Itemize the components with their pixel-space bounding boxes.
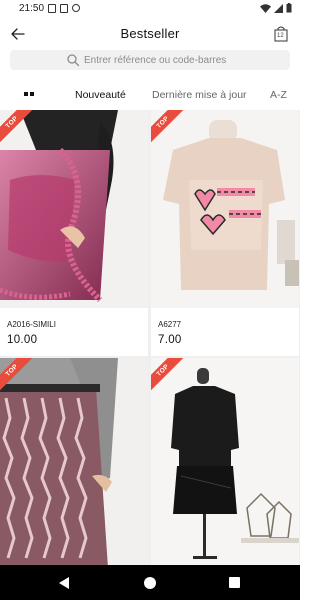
top-badge-label: TOP <box>155 115 171 130</box>
status-bar: 21:50 <box>0 0 300 18</box>
product-card[interactable]: TOP <box>0 358 148 565</box>
product-reference: A6277 <box>158 320 182 329</box>
shopping-bag-button[interactable]: 12 <box>272 24 290 44</box>
bag-count-badge: 12 <box>277 33 284 39</box>
tab-derniere-mise-a-jour[interactable]: Dernière mise à jour <box>152 89 247 101</box>
top-badge: TOP <box>0 110 34 144</box>
product-grid: TOP A2016-SIMILI 10.00 TOP A6277 7.00 TO… <box>0 110 300 565</box>
signal-icon <box>274 3 283 13</box>
top-badge: TOP <box>151 358 185 392</box>
notification-icons <box>48 4 80 13</box>
wifi-icon <box>260 3 271 13</box>
notification-icon <box>72 4 80 12</box>
battery-icon <box>286 3 292 13</box>
product-card[interactable]: TOP A2016-SIMILI 10.00 <box>0 110 148 356</box>
product-reference: A2016-SIMILI <box>7 320 56 329</box>
top-badge-label: TOP <box>4 363 20 378</box>
tab-nouveaute[interactable]: Nouveauté <box>75 89 126 101</box>
nav-home-icon[interactable] <box>144 577 156 589</box>
system-icons <box>260 3 292 13</box>
status-time: 21:50 <box>19 3 45 14</box>
notification-icon <box>48 4 56 13</box>
grid-view-toggle[interactable] <box>24 92 34 96</box>
search-input[interactable]: Entrer référence ou code-barres <box>10 50 290 70</box>
search-placeholder: Entrer référence ou code-barres <box>84 54 227 66</box>
product-price: 10.00 <box>7 334 38 346</box>
sort-tabs: Nouveauté Dernière mise à jour A-Z <box>0 80 300 110</box>
tab-a-z[interactable]: A-Z <box>270 89 287 101</box>
app-header: Bestseller 12 <box>0 18 300 50</box>
grid-icon <box>24 92 28 96</box>
top-badge-label: TOP <box>155 363 171 378</box>
top-badge: TOP <box>0 358 34 392</box>
top-badge: TOP <box>151 110 185 144</box>
product-card[interactable]: TOP <box>151 358 299 565</box>
nav-back-icon[interactable] <box>59 577 69 589</box>
nav-recents-icon[interactable] <box>229 577 240 588</box>
app-screen: 21:50 Bestseller 12 Entrer référence ou … <box>0 0 300 600</box>
notification-icon <box>60 4 68 13</box>
grid-icon <box>30 92 34 96</box>
search-icon <box>67 54 80 67</box>
system-nav-bar <box>0 565 300 600</box>
product-card[interactable]: TOP A6277 7.00 <box>151 110 299 356</box>
top-badge-label: TOP <box>4 115 20 130</box>
product-price: 7.00 <box>158 334 182 346</box>
page-title: Bestseller <box>120 26 180 41</box>
